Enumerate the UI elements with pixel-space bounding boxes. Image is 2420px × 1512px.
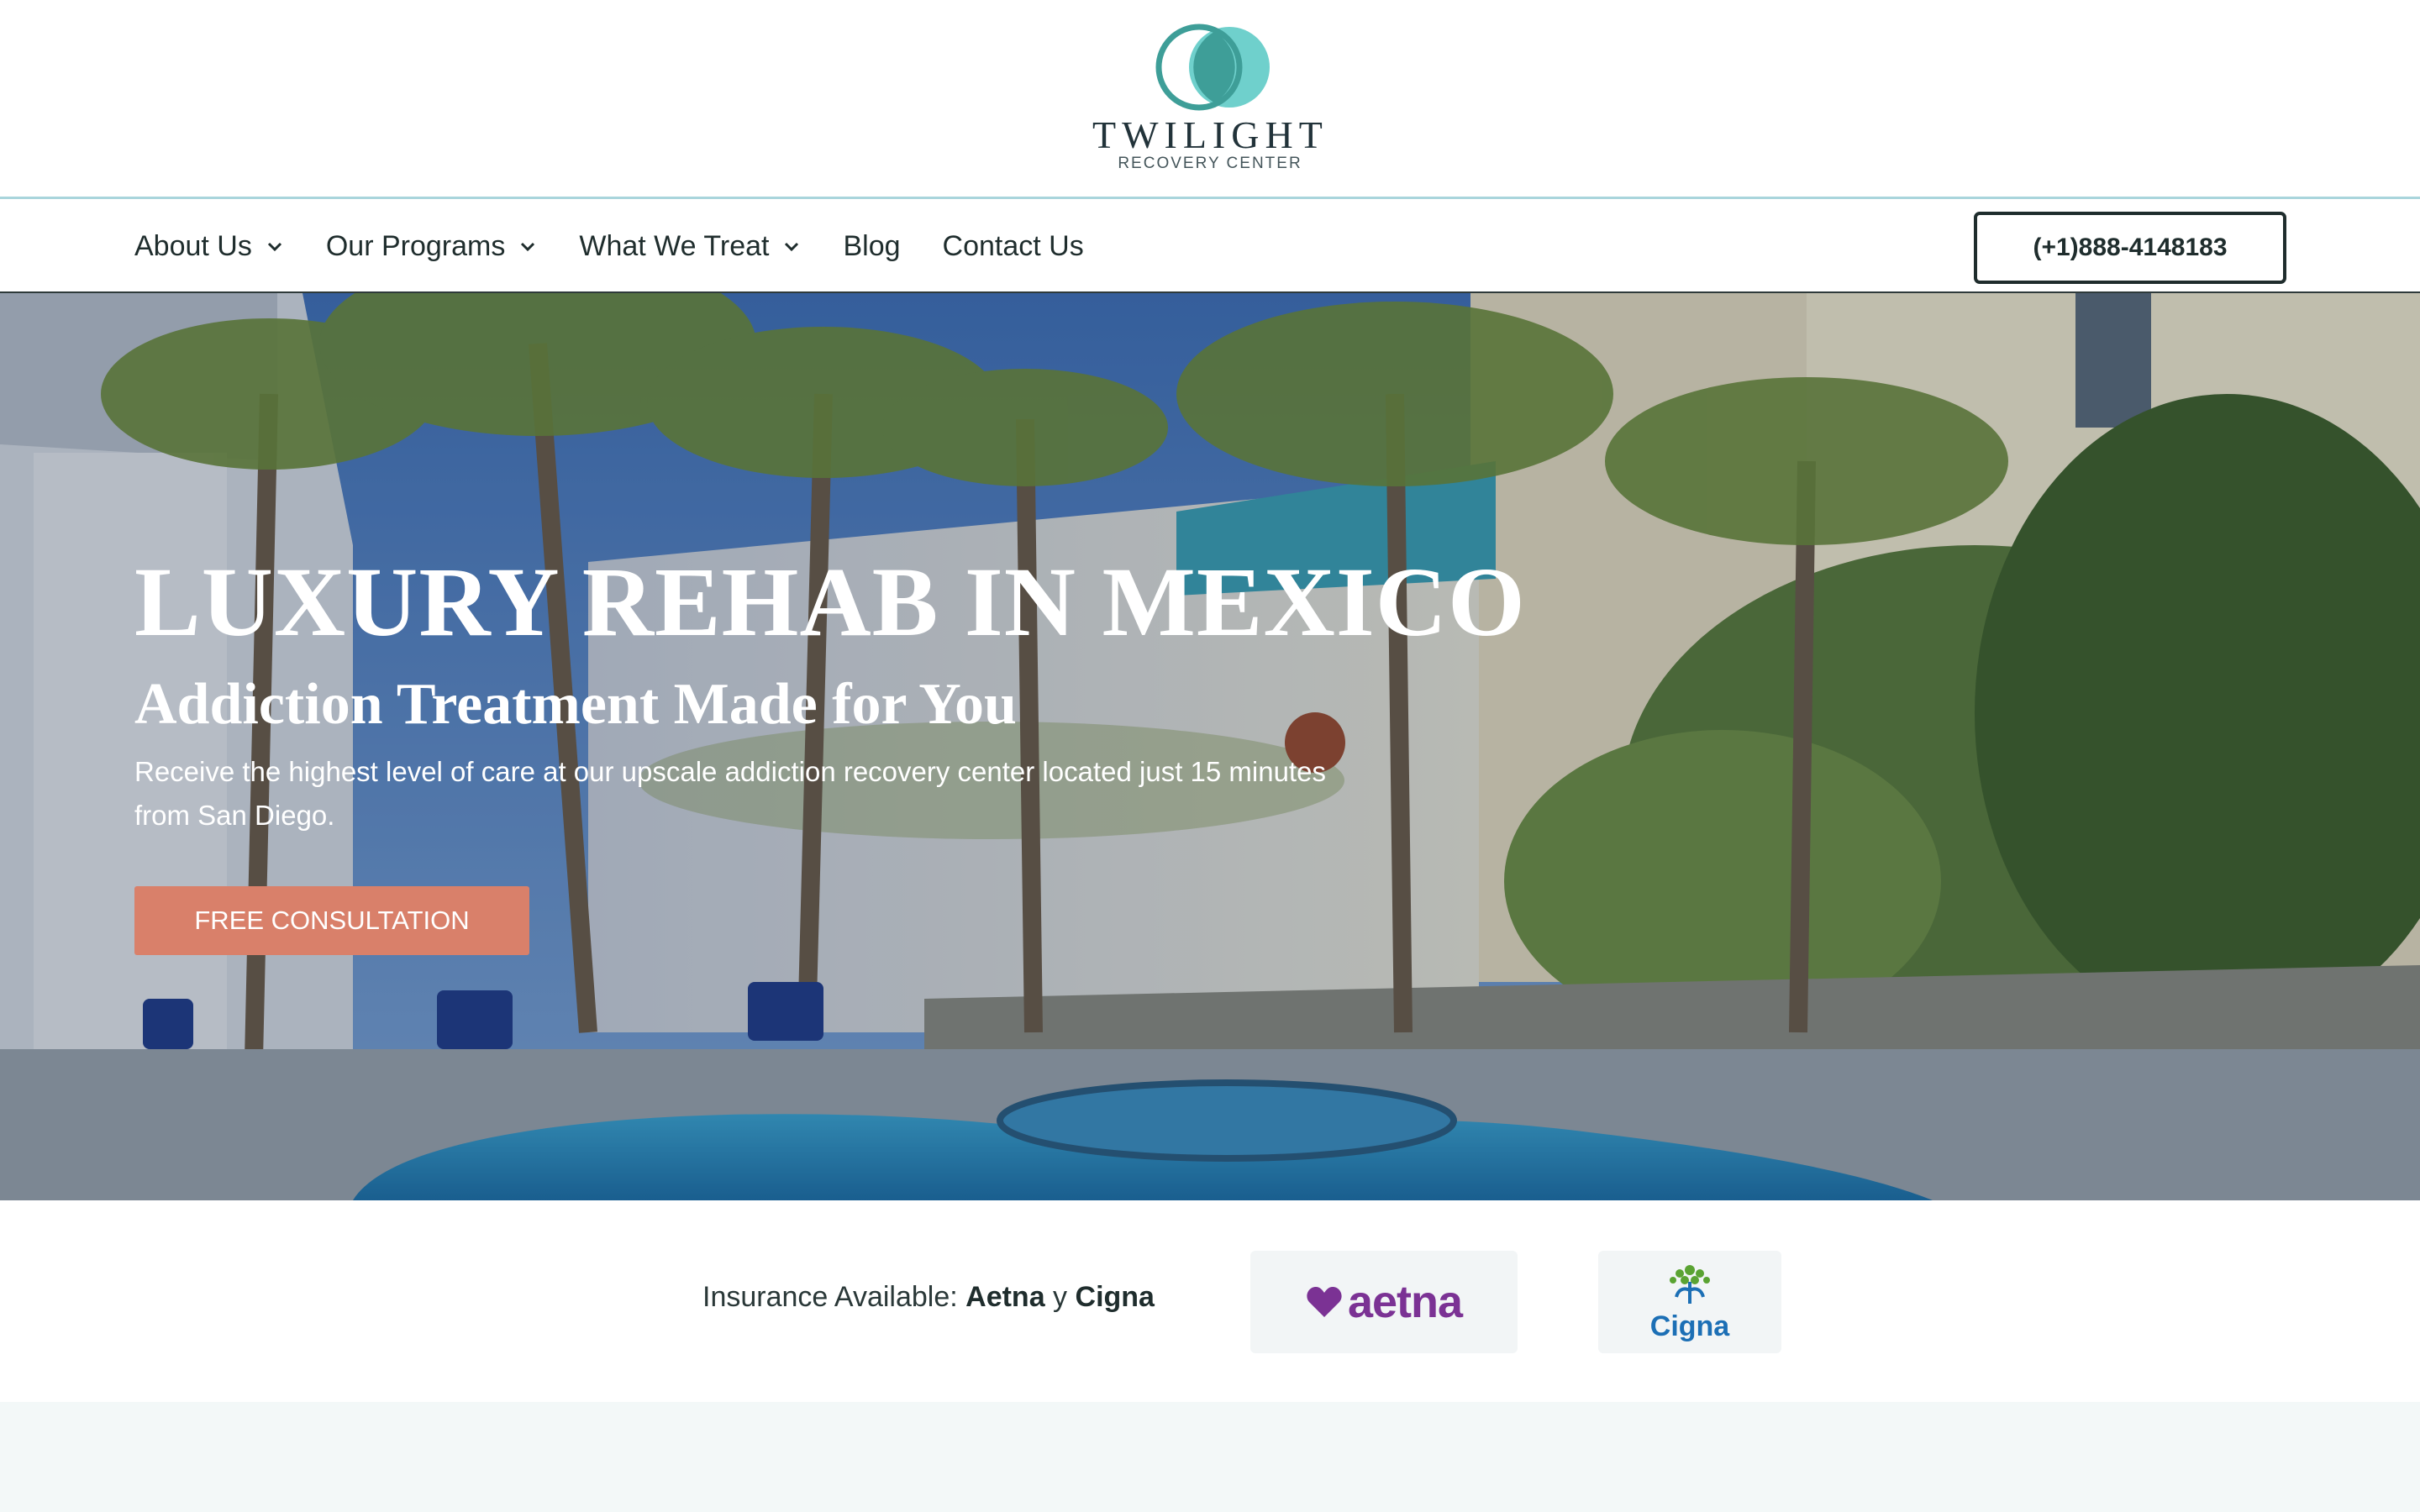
tree-of-life-icon xyxy=(1670,1264,1710,1304)
aetna-logo-text: aetna xyxy=(1347,1277,1463,1327)
nav-item-blog[interactable]: Blog xyxy=(843,230,900,263)
chevron-down-icon xyxy=(267,242,281,252)
nav-menu: About Us Our Programs What We Treat Blog… xyxy=(134,199,1084,293)
nav-item-label: Our Programs xyxy=(325,229,506,262)
cigna-logo-text: Cigna xyxy=(1649,1310,1730,1342)
nav-item-about-us[interactable]: About Us xyxy=(134,230,284,263)
next-section-band xyxy=(0,1402,2420,1512)
free-consultation-button[interactable]: FREE CONSULTATION xyxy=(134,886,529,955)
cigna-logo-card: Cigna xyxy=(1598,1251,1781,1353)
nav-item-label: What We Treat xyxy=(579,229,770,262)
aetna-logo-card: aetna xyxy=(1250,1251,1518,1353)
twin-circles-logo-icon xyxy=(1155,24,1270,111)
nav-item-label: About Us xyxy=(134,229,252,262)
hero-description: Receive the highest level of care at our… xyxy=(134,756,1326,831)
hero-overlay xyxy=(0,293,2420,1200)
chevron-down-icon xyxy=(785,242,799,252)
main-navigation: About Us Our Programs What We Treat Blog… xyxy=(0,197,2420,293)
insurance-text: Insurance Available: Aetna y Cigna xyxy=(702,1281,1155,1314)
nav-item-our-programs[interactable]: Our Programs xyxy=(326,230,538,263)
nav-item-contact-us[interactable]: Contact Us xyxy=(943,230,1084,263)
insurance-joiner: y xyxy=(1044,1281,1076,1313)
hero-title: LUXURY REHAB IN MEXICO xyxy=(134,547,1526,657)
nav-item-label: Contact Us xyxy=(942,229,1084,262)
logo-tagline: RECOVERY CENTER xyxy=(1118,155,1302,172)
logo-wordmark: TWILIGHT xyxy=(1092,113,1328,156)
nav-item-label: Blog xyxy=(843,229,901,262)
chevron-down-icon xyxy=(521,242,535,252)
logo-header: TWILIGHT RECOVERY CENTER xyxy=(0,0,2420,197)
heart-icon xyxy=(1307,1287,1342,1317)
phone-call-button[interactable]: (+1)888-4148183 xyxy=(1974,212,2286,284)
insurance-provider-cigna: Cigna xyxy=(1075,1281,1155,1313)
insurance-prefix: Insurance Available: xyxy=(702,1281,966,1313)
nav-item-what-we-treat[interactable]: What We Treat xyxy=(579,230,801,263)
hero-subtitle: Addiction Treatment Made for You xyxy=(134,672,1017,737)
insurance-strip: Insurance Available: Aetna y Cigna aetna… xyxy=(0,1200,2420,1402)
insurance-provider-aetna: Aetna xyxy=(965,1281,1045,1313)
hero-section: LUXURY REHAB IN MEXICO Addiction Treatme… xyxy=(0,293,2420,1200)
site-logo[interactable]: TWILIGHT RECOVERY CENTER xyxy=(1092,18,1328,178)
